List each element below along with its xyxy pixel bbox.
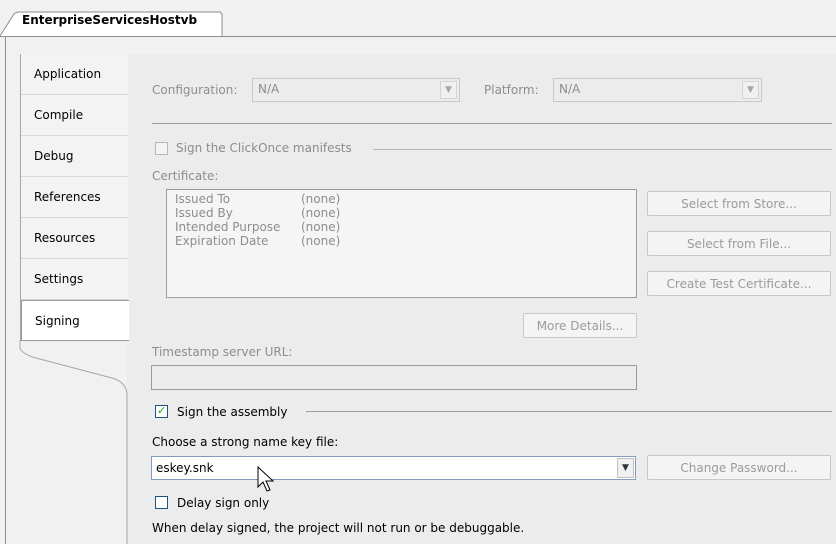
cert-field-value: (none): [301, 206, 341, 220]
sign-assembly-checkbox[interactable]: ✓: [155, 404, 168, 418]
sign-manifests-label: Sign the ClickOnce manifests: [176, 141, 352, 155]
configuration-combo[interactable]: N/A ▼: [252, 78, 460, 102]
configuration-value: N/A: [258, 82, 280, 96]
delay-sign-label: Delay sign only: [177, 496, 270, 510]
timestamp-label: Timestamp server URL:: [152, 345, 293, 359]
key-file-combo[interactable]: eskey.snk ▼: [151, 456, 636, 480]
cert-field-name: Issued To: [175, 192, 231, 206]
tab-application[interactable]: Application: [21, 54, 128, 95]
timestamp-url-input[interactable]: [151, 365, 637, 390]
platform-value: N/A: [559, 82, 581, 96]
certificate-label: Certificate:: [152, 169, 219, 183]
cert-field-name: Expiration Date: [175, 234, 269, 248]
cert-field-name: Intended Purpose: [175, 220, 281, 234]
cert-field-value: (none): [301, 192, 341, 206]
tab-signing[interactable]: Signing: [21, 300, 129, 341]
more-details-button[interactable]: More Details...: [523, 313, 637, 338]
create-test-certificate-button[interactable]: Create Test Certificate...: [647, 271, 831, 296]
platform-combo[interactable]: N/A ▼: [553, 78, 762, 102]
configuration-label: Configuration:: [152, 83, 238, 97]
check-mark-icon: ✓: [157, 404, 167, 417]
tab-references[interactable]: References: [21, 177, 128, 218]
key-file-value: eskey.snk: [156, 461, 214, 475]
key-file-label: Choose a strong name key file:: [152, 435, 339, 449]
arrow-cursor-icon: [257, 466, 275, 492]
tab-resources[interactable]: Resources: [21, 218, 128, 259]
nav-tabs-curve: [19, 340, 128, 544]
platform-label: Platform:: [484, 83, 539, 97]
tab-strip-divider: [0, 36, 836, 37]
delay-sign-checkbox[interactable]: [155, 496, 168, 509]
change-password-button[interactable]: Change Password...: [647, 455, 831, 480]
cert-field-name: Issued By: [175, 206, 233, 220]
cert-field-value: (none): [301, 234, 341, 248]
clickonce-group-line: [373, 149, 832, 150]
tab-settings[interactable]: Settings: [21, 259, 128, 300]
document-tab[interactable]: EnterpriseServicesHostvb: [22, 13, 197, 27]
chevron-down-icon[interactable]: ▼: [617, 458, 634, 478]
certificate-details-box: Issued To (none) Issued By (none) Intend…: [166, 189, 637, 298]
chevron-down-icon[interactable]: ▼: [742, 81, 759, 99]
select-from-store-button[interactable]: Select from Store...: [647, 191, 831, 216]
sign-assembly-label: Sign the assembly: [177, 405, 288, 419]
select-from-file-button[interactable]: Select from File...: [647, 231, 831, 256]
tab-compile[interactable]: Compile: [21, 95, 128, 136]
chevron-down-icon[interactable]: ▼: [440, 81, 457, 99]
cert-field-value: (none): [301, 220, 341, 234]
delay-sign-note: When delay signed, the project will not …: [152, 521, 525, 535]
assembly-group-line: [306, 411, 832, 412]
document-tab-strip: EnterpriseServicesHostvb: [0, 0, 836, 37]
config-separator: [152, 123, 832, 124]
sign-manifests-checkbox[interactable]: [155, 142, 168, 155]
tab-debug[interactable]: Debug: [21, 136, 128, 177]
